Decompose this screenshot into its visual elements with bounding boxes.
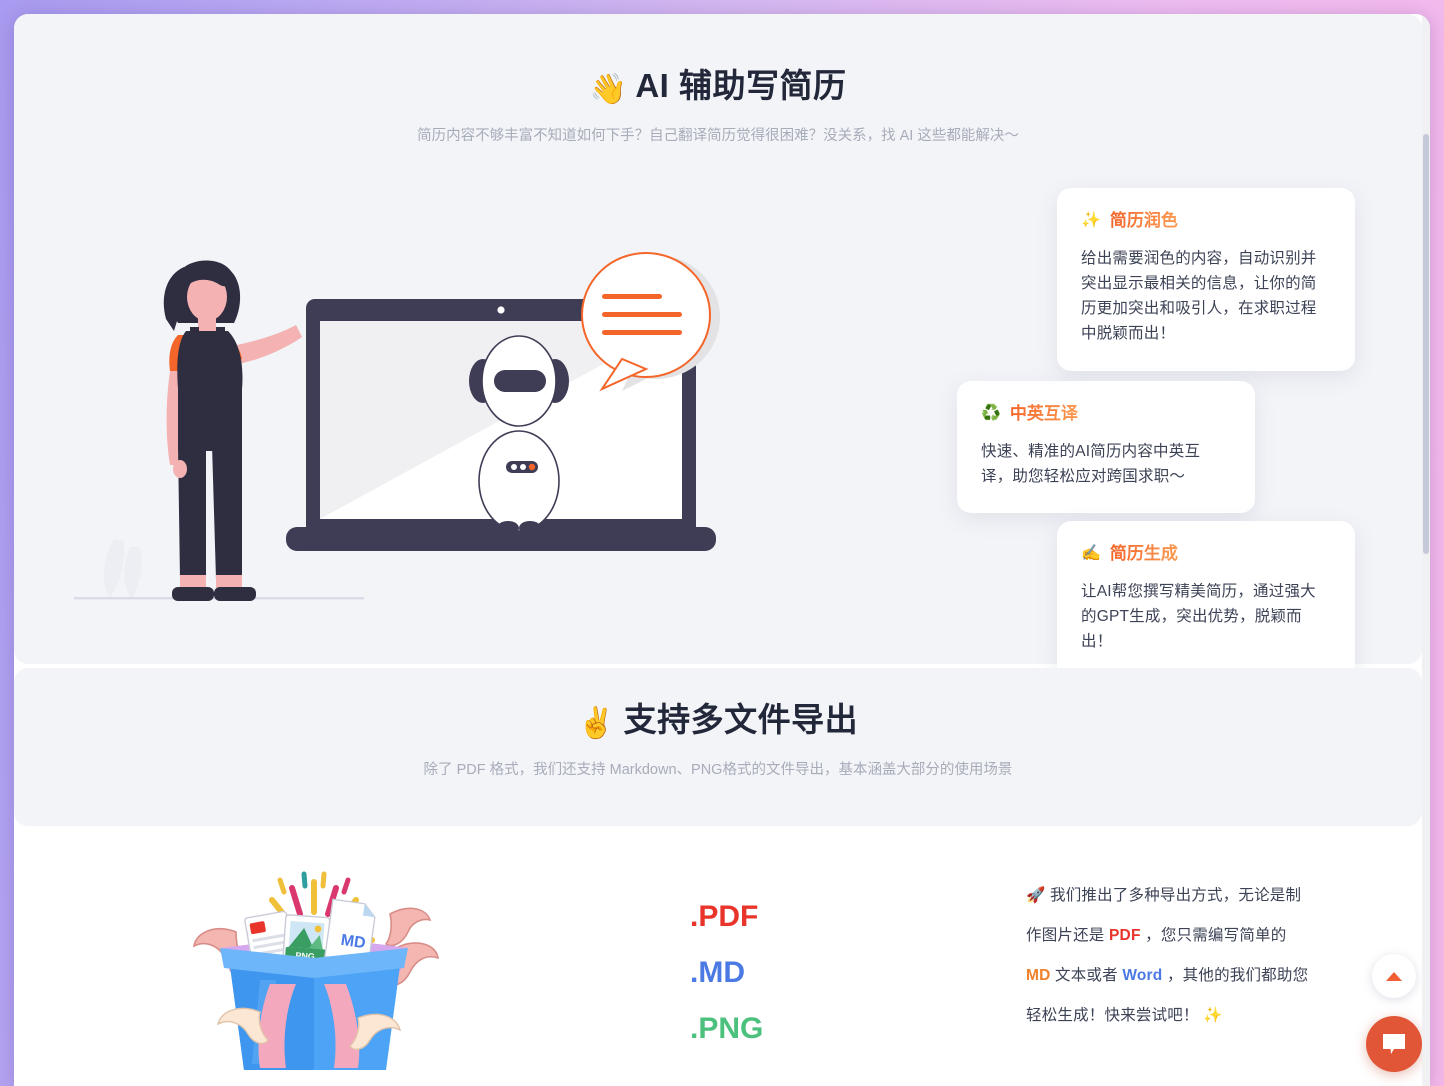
feature-card-resume-generation[interactable]: ✍️ 简历生成 让AI帮您撰写精美简历，通过强大的GPT生成，突出优势，脱颖而出…	[1057, 521, 1355, 679]
export-copy-keyword-pdf: PDF	[1109, 926, 1141, 944]
page-scroll-container[interactable]: 👋 AI 辅助写简历 简历内容不够丰富不知道如何下手？自己翻译简历觉得很困难？没关…	[14, 14, 1430, 1086]
ai-section-title: 👋 AI 辅助写简历	[14, 66, 1422, 108]
waving-hand-icon: 👋	[589, 73, 628, 106]
recycle-icon: ♻️	[981, 405, 1001, 423]
feature-card-title: 简历润色	[1110, 210, 1178, 232]
feature-card-body: 给出需要润色的内容，自动识别并突出显示最相关的信息，让你的简历更加突出和吸引人，…	[1081, 250, 1317, 343]
export-copy-keyword-md: MD	[1026, 966, 1051, 984]
rocket-icon: 🚀	[1026, 887, 1046, 904]
format-item-pdf: .PDF	[690, 900, 759, 933]
ai-section-header: 👋 AI 辅助写简历 简历内容不够丰富不知道如何下手？自己翻译简历觉得很困难？没关…	[14, 66, 1422, 148]
ai-section-title-text: AI 辅助写简历	[635, 67, 847, 104]
triangle-up-icon	[1386, 971, 1402, 981]
scrollbar-thumb[interactable]	[1423, 134, 1429, 554]
feature-card-body: 让AI帮您撰写精美简历，通过强大的GPT生成，突出优势，脱颖而出！	[1081, 583, 1316, 651]
export-copy-paragraph: 🚀 我们推出了多种导出方式，无论是制作图片还是 PDF ，您只需编写简单的 MD…	[1026, 876, 1310, 1036]
feature-card-body: 快速、精准的AI简历内容中英互译，助您轻松应对跨国求职～	[981, 443, 1201, 486]
feature-card-title-row: ✨ 简历润色	[1081, 210, 1331, 232]
chat-button[interactable]	[1366, 1016, 1422, 1072]
format-item-png: .PNG	[690, 1012, 764, 1045]
format-item-md: .MD	[690, 956, 745, 989]
woman-with-laptop-chatbot-illustration	[74, 239, 774, 639]
woman-figure	[163, 260, 302, 601]
sparkles-icon: ✨	[1081, 212, 1101, 230]
export-section-header-panel: ✌️ 支持多文件导出 除了 PDF 格式，我们还支持 Markdown、PNG格式…	[14, 668, 1422, 826]
export-section-title-text: 支持多文件导出	[623, 701, 859, 738]
export-copy-keyword-word: Word	[1122, 966, 1163, 984]
export-format-list: .PDF .MD .PNG	[690, 902, 870, 1070]
victory-hand-icon: ✌️	[577, 707, 616, 740]
export-section-subtitle: 除了 PDF 格式，我们还支持 Markdown、PNG格式的文件导出，基本涵盖…	[423, 762, 1013, 778]
export-copy-part2: ，您只需编写简单的	[1140, 926, 1287, 944]
gift-box-with-files-illustration: PNG MD	[164, 852, 464, 1086]
feature-card-title: 中英互译	[1010, 403, 1078, 425]
feature-card-title-row: ✍️ 简历生成	[1081, 543, 1331, 565]
export-section-title: ✌️ 支持多文件导出	[14, 700, 1422, 742]
feature-card-resume-polish[interactable]: ✨ 简历润色 给出需要润色的内容，自动识别并突出显示最相关的信息，让你的简历更加…	[1057, 188, 1355, 371]
ai-assist-section: 👋 AI 辅助写简历 简历内容不够丰富不知道如何下手？自己翻译简历觉得很困难？没关…	[14, 14, 1422, 679]
ai-section-subtitle: 简历内容不够丰富不知道如何下手？自己翻译简历觉得很困难？没关系，找 AI 这些都…	[417, 128, 1019, 144]
export-section-header: ✌️ 支持多文件导出 除了 PDF 格式，我们还支持 Markdown、PNG格式…	[14, 700, 1422, 782]
svg-text:MD: MD	[340, 932, 367, 952]
export-copy-part3: 文本或者	[1050, 966, 1123, 984]
chat-bubble-icon	[1383, 1034, 1405, 1054]
feature-card-translation[interactable]: ♻️ 中英互译 快速、精准的AI简历内容中英互译，助您轻松应对跨国求职～	[957, 381, 1255, 514]
back-to-top-button[interactable]	[1372, 954, 1416, 998]
writing-hand-icon: ✍️	[1081, 545, 1101, 563]
feature-card-title: 简历生成	[1110, 543, 1178, 565]
sparkles-icon: ✨	[1203, 1006, 1223, 1024]
feature-card-title-row: ♻️ 中英互译	[981, 403, 1231, 425]
